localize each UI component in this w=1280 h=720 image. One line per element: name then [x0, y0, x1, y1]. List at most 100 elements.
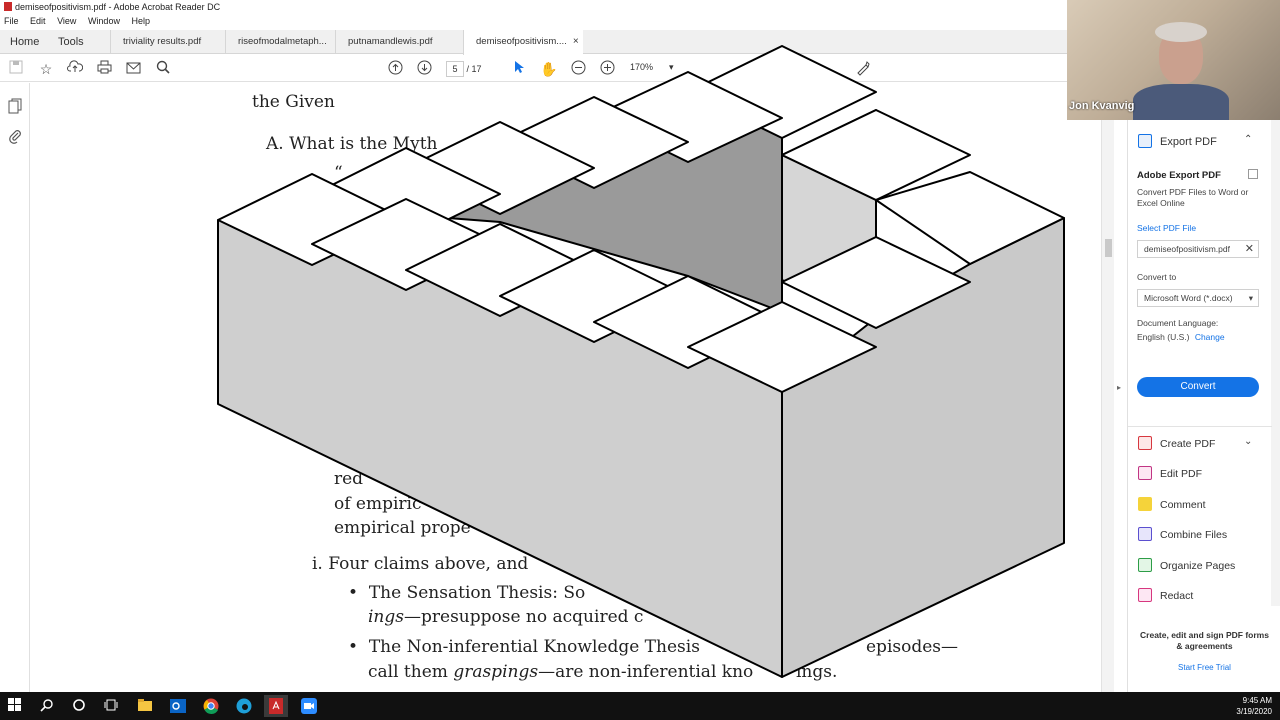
panel-divider	[1128, 426, 1272, 427]
create-pdf-icon	[1138, 436, 1152, 450]
presenter-name: Jon Kvanvig	[1069, 100, 1135, 112]
page-number-input[interactable]: 5	[446, 61, 464, 77]
redact-icon	[1138, 588, 1152, 602]
doc-line-of-empiric: of empiric	[334, 494, 422, 514]
menu-window[interactable]: Window	[88, 16, 120, 26]
windows-start-icon[interactable]	[8, 698, 24, 714]
zoom-app-icon[interactable]	[301, 698, 317, 714]
convert-button[interactable]: Convert	[1137, 377, 1259, 397]
adobe-export-title: Adobe Export PDF	[1137, 170, 1221, 181]
export-pdf-header[interactable]: Export PDF	[1138, 134, 1217, 148]
copy-icon[interactable]	[1248, 169, 1258, 179]
organize-pages-icon	[1138, 558, 1152, 572]
chrome-icon[interactable]	[203, 698, 219, 714]
windows-taskbar: 9:45 AM 3/19/2020	[0, 692, 1280, 720]
right-tools-panel: Export PDF ⌃ Adobe Export PDF Convert PD…	[1127, 120, 1280, 692]
system-clock[interactable]: 9:45 AM 3/19/2020	[1236, 695, 1272, 717]
zoom-select[interactable]: 170% ▾	[630, 62, 674, 73]
zoom-in-icon[interactable]	[598, 60, 616, 78]
selected-file-field[interactable]: demiseofpositivism.pdf ✕	[1137, 240, 1259, 258]
comment-icon	[1138, 497, 1152, 511]
edit-pdf-icon	[1138, 466, 1152, 480]
menu-help[interactable]: Help	[131, 16, 150, 26]
tool-comment-label: Comment	[1160, 499, 1206, 511]
tool-redact-label: Redact	[1160, 590, 1194, 602]
combine-files-icon	[1138, 527, 1152, 541]
edge-icon[interactable]	[236, 698, 252, 714]
menu-bar: File Edit View Window Help	[0, 15, 1067, 28]
menu-view[interactable]: View	[57, 16, 76, 26]
acrobat-taskbar-button[interactable]	[264, 695, 288, 717]
promo-text: Create, edit and sign PDF forms & agreem…	[1140, 630, 1269, 651]
document-viewport[interactable]: the Given A. What is the Myth “ red of e…	[41, 83, 1101, 692]
chevron-down-icon[interactable]: ⌄	[1244, 436, 1252, 447]
right-panel-scrollbar[interactable]	[1271, 120, 1280, 606]
acrobat-app-icon	[4, 2, 12, 11]
cortana-icon[interactable]	[72, 698, 88, 714]
attachments-icon[interactable]	[8, 128, 22, 144]
sign-tool-icon[interactable]	[854, 60, 872, 78]
file-explorer-icon[interactable]	[137, 698, 153, 714]
doc-are-noninf-text: —are non-inferential kno	[538, 662, 754, 682]
tab-doc-demise-label: demiseofpositivism....	[476, 36, 567, 47]
main-toolbar: ☆ 5 / 17 ✋ 170% ▾	[0, 55, 1067, 82]
format-select[interactable]: Microsoft Word (*.docx) ▾	[1137, 289, 1259, 307]
remove-file-icon[interactable]: ✕	[1245, 241, 1254, 257]
tab-doc-demise[interactable]: demiseofpositivism.... ×	[463, 30, 583, 55]
tab-tools[interactable]: Tools	[58, 30, 84, 54]
promo-box: Create, edit and sign PDF forms & agreem…	[1128, 608, 1280, 692]
tool-combine-files[interactable]: Combine Files	[1138, 527, 1227, 541]
search-icon[interactable]	[40, 698, 56, 714]
zoom-out-icon[interactable]	[569, 60, 587, 78]
tab-doc-putnam[interactable]: putnamandlewis.pdf	[335, 30, 463, 54]
print-icon[interactable]	[95, 60, 113, 78]
doc-italic-ings: ings	[368, 607, 404, 627]
tool-create-pdf[interactable]: Create PDF	[1138, 436, 1215, 450]
convert-description: Convert PDF Files to Word or Excel Onlin…	[1137, 187, 1249, 208]
save-icon[interactable]	[7, 60, 25, 78]
doc-heading-myth: A. What is the Myth	[266, 134, 438, 154]
chevron-up-icon[interactable]: ⌃	[1244, 134, 1252, 145]
document-scrollbar[interactable]	[1101, 83, 1114, 692]
menu-edit[interactable]: Edit	[30, 16, 46, 26]
outlook-icon[interactable]	[170, 698, 186, 714]
menu-file[interactable]: File	[4, 16, 19, 26]
scrollbar-thumb[interactable]	[1105, 239, 1112, 257]
tool-redact[interactable]: Redact	[1138, 588, 1193, 602]
collapse-right-panel-icon[interactable]: ▸	[1117, 383, 1121, 392]
language-value: English (U.S.)	[1137, 332, 1190, 342]
selected-file-name: demiseofpositivism.pdf	[1144, 244, 1230, 254]
tab-doc-triviality[interactable]: triviality results.pdf	[110, 30, 225, 54]
presenter-hair	[1155, 22, 1207, 42]
tool-organize-pages[interactable]: Organize Pages	[1138, 558, 1235, 572]
tab-doc-riseofmodal[interactable]: riseofmodalmetaph...	[225, 30, 335, 54]
close-tab-icon[interactable]: ×	[573, 36, 579, 47]
export-pdf-title: Export PDF	[1160, 136, 1217, 148]
search-icon[interactable]	[154, 60, 172, 78]
tool-edit-pdf[interactable]: Edit PDF	[1138, 466, 1202, 480]
doc-call-them-text: call them	[368, 662, 454, 682]
doc-line-given: the Given	[252, 92, 335, 112]
tool-comment[interactable]: Comment	[1138, 497, 1206, 511]
tool-edit-pdf-label: Edit PDF	[1160, 468, 1203, 480]
left-gutter	[31, 83, 41, 692]
task-view-icon[interactable]	[104, 698, 120, 714]
doc-line-red: red	[334, 469, 364, 489]
start-free-trial-link[interactable]: Start Free Trial	[1128, 663, 1280, 672]
select-pdf-file-link[interactable]: Select PDF File	[1137, 223, 1196, 234]
tab-home[interactable]: Home	[10, 30, 39, 54]
change-language-link[interactable]: Change	[1195, 332, 1225, 342]
previous-page-icon[interactable]	[386, 60, 404, 78]
email-icon[interactable]	[124, 60, 142, 78]
upload-cloud-icon[interactable]	[66, 60, 84, 78]
hand-tool-icon[interactable]: ✋	[540, 60, 558, 78]
select-tool-icon[interactable]	[510, 60, 528, 78]
next-page-icon[interactable]	[415, 60, 433, 78]
convert-to-label: Convert to	[1137, 272, 1177, 282]
doc-line-episodes: episodes—	[866, 637, 959, 657]
page-indicator: 5 / 17	[446, 61, 482, 77]
page-thumbnails-icon[interactable]	[8, 98, 22, 114]
right-panel-toggle[interactable]: ▸	[1114, 83, 1126, 692]
format-value: Microsoft Word (*.docx)	[1144, 293, 1233, 303]
star-icon[interactable]: ☆	[37, 60, 55, 78]
